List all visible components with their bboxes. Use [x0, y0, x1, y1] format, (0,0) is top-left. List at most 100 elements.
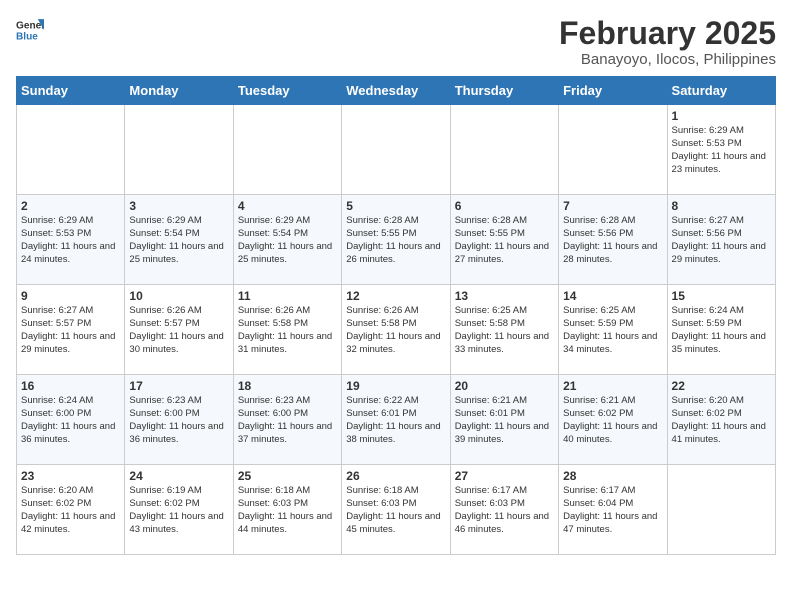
calendar-week-row: 16Sunrise: 6:24 AM Sunset: 6:00 PM Dayli…: [17, 375, 776, 465]
day-number: 27: [455, 469, 554, 483]
calendar-cell: 4 Sunrise: 6:29 AM Sunset: 5:54 PM Daylig…: [233, 195, 341, 285]
day-number: 28: [563, 469, 662, 483]
calendar-cell: 25Sunrise: 6:18 AM Sunset: 6:03 PM Dayli…: [233, 465, 341, 555]
calendar-cell: 12 Sunrise: 6:26 AM Sunset: 5:58 PM Dayli…: [342, 285, 450, 375]
day-number: 6: [455, 199, 554, 213]
calendar-cell: 28 Sunrise: 6:17 AM Sunset: 6:04 PM Dayli…: [559, 465, 667, 555]
title-area: February 2025 Banayoyo, Ilocos, Philippi…: [559, 16, 776, 68]
weekday-header-monday: Monday: [125, 77, 233, 105]
calendar-week-row: 23Sunrise: 6:20 AM Sunset: 6:02 PM Dayli…: [17, 465, 776, 555]
calendar-cell: 7Sunrise: 6:28 AM Sunset: 5:56 PM Daylig…: [559, 195, 667, 285]
calendar-cell: 26 Sunrise: 6:18 AM Sunset: 6:03 PM Dayli…: [342, 465, 450, 555]
weekday-header-friday: Friday: [559, 77, 667, 105]
cell-info: Sunrise: 6:25 AM Sunset: 5:59 PM Dayligh…: [563, 305, 662, 356]
cell-info: Sunrise: 6:28 AM Sunset: 5:56 PM Dayligh…: [563, 215, 662, 266]
day-number: 1: [672, 109, 771, 123]
cell-info: Sunrise: 6:26 AM Sunset: 5:57 PM Dayligh…: [129, 305, 228, 356]
calendar-body: 1 Sunrise: 6:29 AM Sunset: 5:53 PM Daylig…: [17, 105, 776, 555]
calendar-week-row: 1 Sunrise: 6:29 AM Sunset: 5:53 PM Daylig…: [17, 105, 776, 195]
logo-icon: General Blue: [16, 16, 44, 44]
calendar-cell: 9Sunrise: 6:27 AM Sunset: 5:57 PM Daylig…: [17, 285, 125, 375]
calendar-week-row: 2 Sunrise: 6:29 AM Sunset: 5:53 PM Daylig…: [17, 195, 776, 285]
day-number: 12: [346, 289, 445, 303]
calendar-header-row: SundayMondayTuesdayWednesdayThursdayFrid…: [17, 77, 776, 105]
calendar-cell: 20 Sunrise: 6:21 AM Sunset: 6:01 PM Dayli…: [450, 375, 558, 465]
calendar-cell: 16Sunrise: 6:24 AM Sunset: 6:00 PM Dayli…: [17, 375, 125, 465]
cell-info: Sunrise: 6:19 AM Sunset: 6:02 PM Dayligh…: [129, 485, 228, 536]
logo: General Blue: [16, 16, 44, 44]
calendar-cell: 8 Sunrise: 6:27 AM Sunset: 5:56 PM Daylig…: [667, 195, 775, 285]
page-title: February 2025: [559, 16, 776, 51]
weekday-header-saturday: Saturday: [667, 77, 775, 105]
cell-info: Sunrise: 6:29 AM Sunset: 5:54 PM Dayligh…: [129, 215, 228, 266]
weekday-header-wednesday: Wednesday: [342, 77, 450, 105]
cell-info: Sunrise: 6:26 AM Sunset: 5:58 PM Dayligh…: [238, 305, 337, 356]
page-subtitle: Banayoyo, Ilocos, Philippines: [559, 51, 776, 68]
cell-info: Sunrise: 6:29 AM Sunset: 5:53 PM Dayligh…: [672, 125, 771, 176]
day-number: 26: [346, 469, 445, 483]
calendar-cell: [342, 105, 450, 195]
cell-info: Sunrise: 6:23 AM Sunset: 6:00 PM Dayligh…: [238, 395, 337, 446]
cell-info: Sunrise: 6:28 AM Sunset: 5:55 PM Dayligh…: [346, 215, 445, 266]
calendar-cell: [450, 105, 558, 195]
day-number: 2: [21, 199, 120, 213]
day-number: 18: [238, 379, 337, 393]
calendar-cell: 6 Sunrise: 6:28 AM Sunset: 5:55 PM Daylig…: [450, 195, 558, 285]
cell-info: Sunrise: 6:29 AM Sunset: 5:53 PM Dayligh…: [21, 215, 120, 266]
cell-info: Sunrise: 6:29 AM Sunset: 5:54 PM Dayligh…: [238, 215, 337, 266]
cell-info: Sunrise: 6:18 AM Sunset: 6:03 PM Dayligh…: [238, 485, 337, 536]
day-number: 14: [563, 289, 662, 303]
cell-info: Sunrise: 6:28 AM Sunset: 5:55 PM Dayligh…: [455, 215, 554, 266]
calendar-cell: 18 Sunrise: 6:23 AM Sunset: 6:00 PM Dayli…: [233, 375, 341, 465]
calendar-cell: 24 Sunrise: 6:19 AM Sunset: 6:02 PM Dayli…: [125, 465, 233, 555]
calendar-cell: 22Sunrise: 6:20 AM Sunset: 6:02 PM Dayli…: [667, 375, 775, 465]
calendar-cell: 15 Sunrise: 6:24 AM Sunset: 5:59 PM Dayli…: [667, 285, 775, 375]
svg-text:Blue: Blue: [16, 31, 38, 42]
calendar-cell: 10 Sunrise: 6:26 AM Sunset: 5:57 PM Dayli…: [125, 285, 233, 375]
calendar-cell: [17, 105, 125, 195]
cell-info: Sunrise: 6:21 AM Sunset: 6:02 PM Dayligh…: [563, 395, 662, 446]
day-number: 11: [238, 289, 337, 303]
calendar-cell: [125, 105, 233, 195]
cell-info: Sunrise: 6:17 AM Sunset: 6:04 PM Dayligh…: [563, 485, 662, 536]
day-number: 20: [455, 379, 554, 393]
calendar-table: SundayMondayTuesdayWednesdayThursdayFrid…: [16, 76, 776, 555]
weekday-header-tuesday: Tuesday: [233, 77, 341, 105]
day-number: 19: [346, 379, 445, 393]
day-number: 8: [672, 199, 771, 213]
weekday-header-sunday: Sunday: [17, 77, 125, 105]
day-number: 21: [563, 379, 662, 393]
cell-info: Sunrise: 6:27 AM Sunset: 5:56 PM Dayligh…: [672, 215, 771, 266]
calendar-cell: 13Sunrise: 6:25 AM Sunset: 5:58 PM Dayli…: [450, 285, 558, 375]
header: General Blue February 2025 Banayoyo, Ilo…: [16, 16, 776, 68]
calendar-cell: 23Sunrise: 6:20 AM Sunset: 6:02 PM Dayli…: [17, 465, 125, 555]
cell-info: Sunrise: 6:24 AM Sunset: 5:59 PM Dayligh…: [672, 305, 771, 356]
day-number: 23: [21, 469, 120, 483]
day-number: 4: [238, 199, 337, 213]
calendar-cell: 27 Sunrise: 6:17 AM Sunset: 6:03 PM Dayli…: [450, 465, 558, 555]
day-number: 5: [346, 199, 445, 213]
cell-info: Sunrise: 6:26 AM Sunset: 5:58 PM Dayligh…: [346, 305, 445, 356]
calendar-cell: 1 Sunrise: 6:29 AM Sunset: 5:53 PM Daylig…: [667, 105, 775, 195]
day-number: 24: [129, 469, 228, 483]
calendar-cell: 17Sunrise: 6:23 AM Sunset: 6:00 PM Dayli…: [125, 375, 233, 465]
day-number: 3: [129, 199, 228, 213]
day-number: 13: [455, 289, 554, 303]
calendar-cell: 11 Sunrise: 6:26 AM Sunset: 5:58 PM Dayli…: [233, 285, 341, 375]
day-number: 10: [129, 289, 228, 303]
cell-info: Sunrise: 6:21 AM Sunset: 6:01 PM Dayligh…: [455, 395, 554, 446]
calendar-cell: 3 Sunrise: 6:29 AM Sunset: 5:54 PM Daylig…: [125, 195, 233, 285]
calendar-cell: 5 Sunrise: 6:28 AM Sunset: 5:55 PM Daylig…: [342, 195, 450, 285]
cell-info: Sunrise: 6:23 AM Sunset: 6:00 PM Dayligh…: [129, 395, 228, 446]
cell-info: Sunrise: 6:18 AM Sunset: 6:03 PM Dayligh…: [346, 485, 445, 536]
day-number: 15: [672, 289, 771, 303]
calendar-cell: 14 Sunrise: 6:25 AM Sunset: 5:59 PM Dayli…: [559, 285, 667, 375]
calendar-cell: [667, 465, 775, 555]
day-number: 9: [21, 289, 120, 303]
calendar-cell: 2 Sunrise: 6:29 AM Sunset: 5:53 PM Daylig…: [17, 195, 125, 285]
cell-info: Sunrise: 6:22 AM Sunset: 6:01 PM Dayligh…: [346, 395, 445, 446]
calendar-cell: 19 Sunrise: 6:22 AM Sunset: 6:01 PM Dayli…: [342, 375, 450, 465]
day-number: 16: [21, 379, 120, 393]
cell-info: Sunrise: 6:20 AM Sunset: 6:02 PM Dayligh…: [672, 395, 771, 446]
cell-info: Sunrise: 6:17 AM Sunset: 6:03 PM Dayligh…: [455, 485, 554, 536]
